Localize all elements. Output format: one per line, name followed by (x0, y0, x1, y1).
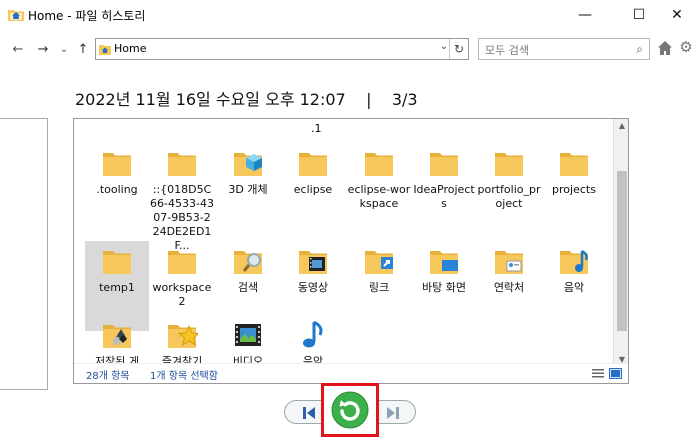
folder-item[interactable]: .tooling (85, 143, 149, 241)
folder-games-icon (101, 319, 133, 351)
next-version-icon[interactable] (383, 405, 403, 421)
partial-file-label: .1 (311, 122, 322, 135)
folder-desktop-icon (428, 245, 460, 277)
version-indicator: 3/3 (391, 90, 418, 109)
backup-date: 2022년 11월 16일 수요일 오후 12:07 (75, 90, 346, 109)
scroll-thumb[interactable] (617, 171, 627, 331)
close-button[interactable]: ✕ (654, 0, 700, 30)
previous-version-icon[interactable] (299, 405, 319, 421)
window-title: Home - 파일 히스토리 (28, 9, 146, 23)
folder-desktop-item[interactable]: 바탕 화면 (412, 241, 476, 331)
folder-favorites-icon (166, 319, 201, 351)
backup-date-header: 2022년 11월 16일 수요일 오후 12:07 | 3/3 (75, 86, 418, 110)
folder-icon (428, 147, 460, 179)
file-label: 링크 (368, 281, 390, 294)
folder-contacts-item[interactable]: 연락처 (477, 241, 541, 331)
forward-arrow-icon[interactable]: → (34, 40, 52, 58)
folder-favorites-item[interactable]: 즐겨찾기 (150, 315, 214, 369)
address-bar[interactable]: Home ⌄ ↻ (95, 38, 469, 60)
folder-icon (493, 147, 525, 179)
navigation-bar: ← → ⌄ ↑ Home ⌄ ↻ 모두 검색 ⌕ ⚙ (0, 36, 700, 62)
folder-video-icon (297, 245, 329, 277)
home-icon[interactable] (657, 40, 673, 56)
video-library-icon (232, 319, 264, 351)
item-count: 28개 항목 (86, 371, 130, 382)
selected-count: 1개 항목 선택함 (150, 371, 218, 382)
folder-icon (101, 147, 133, 179)
details-view-icon[interactable] (592, 368, 604, 379)
gear-icon[interactable]: ⚙ (678, 39, 694, 55)
home-folder-icon (99, 45, 111, 55)
folder-icon (558, 147, 590, 179)
folder-icon (297, 147, 329, 179)
recent-locations-chevron-icon[interactable]: ⌄ (55, 40, 73, 58)
scroll-up-icon[interactable]: ▲ (614, 121, 628, 133)
folder-icon (101, 245, 133, 277)
music-library-item[interactable]: 음악 (281, 315, 345, 369)
header-separator: | (366, 90, 372, 109)
file-label: 동영상 (297, 281, 329, 294)
folder-link-item[interactable]: 링크 (347, 241, 411, 331)
file-label: .tooling (96, 183, 138, 196)
status-bar: 28개 항목 1개 항목 선택함 (74, 363, 628, 383)
folder-music-item[interactable]: 음악 (542, 241, 606, 331)
address-text: Home (114, 42, 147, 55)
folder-icon (166, 245, 198, 277)
folder-item[interactable]: IdeaProjects (412, 143, 476, 241)
folder-3d-icon (232, 147, 264, 179)
video-library-item[interactable]: 비디오 (216, 315, 280, 369)
folder-3d-item[interactable]: 3D 개체 (216, 143, 280, 241)
folder-item[interactable]: ::{018D5C66-4533-4307-9B53-224DE2ED1F... (150, 143, 214, 252)
refresh-icon[interactable]: ↻ (449, 39, 468, 59)
file-label: IdeaProjects (413, 183, 475, 210)
address-dropdown-icon[interactable]: ⌄ (440, 41, 448, 52)
folder-item[interactable]: eclipse (281, 143, 345, 241)
file-label: 검색 (237, 281, 259, 294)
vertical-scrollbar[interactable]: ▲ ▼ (613, 119, 628, 369)
file-label: workspace2 (152, 281, 212, 308)
restore-button[interactable] (321, 383, 379, 437)
folder-item[interactable]: projects (542, 143, 606, 241)
previous-version-pane[interactable] (0, 118, 48, 390)
file-label: 연락처 (493, 281, 525, 294)
back-arrow-icon[interactable]: ← (9, 40, 27, 58)
folder-icon (166, 147, 198, 179)
file-grid: .1 .tooling::{018D5C66-4533-4307-9B53-22… (74, 119, 612, 369)
large-icons-view-icon[interactable] (609, 368, 622, 379)
file-label: 음악 (563, 281, 585, 294)
folder-link-icon (363, 245, 395, 277)
file-label: 바탕 화면 (422, 281, 466, 294)
minimize-button[interactable]: — (562, 0, 608, 30)
restore-icon (331, 391, 369, 429)
folder-item[interactable]: portfolio_project (477, 143, 541, 241)
home-folder-icon (8, 10, 24, 21)
file-label: eclipse-workspace (347, 183, 411, 210)
folder-icon (363, 147, 395, 179)
search-input[interactable]: 모두 검색 ⌕ (478, 38, 650, 60)
folder-search-icon (232, 245, 264, 277)
file-label: projects (552, 183, 596, 196)
folder-music-icon (558, 245, 590, 277)
folder-item[interactable]: eclipse-workspace (347, 143, 411, 241)
file-label: 3D 개체 (228, 183, 268, 196)
file-label: temp1 (99, 281, 135, 294)
file-label: portfolio_project (477, 183, 541, 210)
file-view-pane: .1 .tooling::{018D5C66-4533-4307-9B53-22… (73, 118, 629, 384)
search-placeholder: 모두 검색 (485, 44, 529, 57)
file-history-window: Home - 파일 히스토리 — ☐ ✕ ← → ⌄ ↑ Home ⌄ ↻ 모두… (0, 0, 700, 440)
file-label: eclipse (293, 183, 333, 196)
folder-games-item[interactable]: 저장된 게 (85, 315, 149, 369)
folder-contacts-icon (493, 245, 525, 277)
title-bar: Home - 파일 히스토리 — ☐ ✕ (0, 0, 700, 30)
music-library-icon (297, 319, 329, 351)
search-icon[interactable]: ⌕ (636, 42, 643, 57)
up-arrow-icon[interactable]: ↑ (74, 40, 92, 58)
